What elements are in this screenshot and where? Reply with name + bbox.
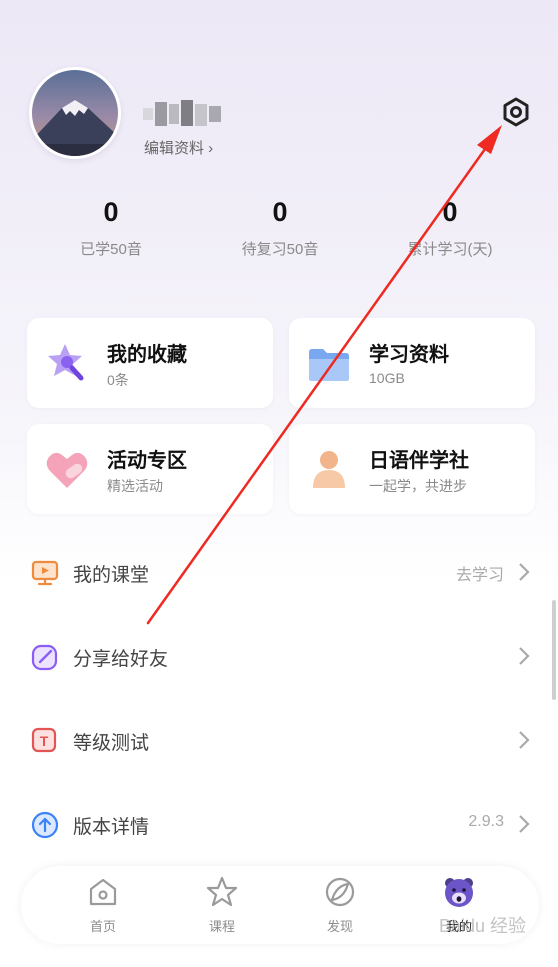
bear-avatar-icon <box>445 878 473 907</box>
star-magnifier-icon <box>48 344 84 381</box>
settings-button[interactable] <box>501 97 531 127</box>
star-icon <box>206 876 238 907</box>
heart-icon <box>46 452 88 488</box>
discover-icon <box>325 877 355 907</box>
edit-profile-link[interactable]: 编辑资料 › <box>144 137 213 158</box>
menu-value: 2.9.3 <box>468 813 504 830</box>
watermark: Baidu 经验 <box>438 916 526 936</box>
menu-row-share[interactable]: 分享给好友 <box>30 634 530 678</box>
avatar[interactable] <box>29 67 121 159</box>
chevron-right-icon <box>519 647 530 665</box>
stat-label: 累计学习(天) <box>407 241 493 258</box>
card-subtitle: 精选活动 <box>107 478 163 494</box>
person-icon <box>313 451 345 488</box>
stat-review: 0 待复习50音 <box>187 196 373 259</box>
stat-value: 0 <box>442 197 458 227</box>
stat-days: 0 累计学习(天) <box>357 196 543 259</box>
card-favorites[interactable]: 我的收藏 0条 <box>27 318 273 408</box>
edit-profile-label: 编辑资料 › <box>144 140 214 157</box>
menu-row-level-test[interactable]: T 等级测试 <box>30 718 530 762</box>
card-subtitle: 0条 <box>107 372 129 388</box>
stat-label: 待复习50音 <box>241 241 319 258</box>
tab-courses[interactable]: 课程 <box>182 874 262 935</box>
menu-label: 我的课堂 <box>73 565 150 586</box>
menu-label: 等级测试 <box>73 733 150 754</box>
chevron-right-icon <box>519 731 530 749</box>
card-title: 活动专区 <box>107 450 187 472</box>
chevron-right-icon <box>519 563 530 581</box>
card-subtitle: 一起学，共进步 <box>369 478 467 494</box>
menu-value: 去学习 <box>455 567 504 584</box>
menu-row-classroom[interactable]: 我的课堂 去学习 <box>30 550 530 594</box>
tab-label: 课程 <box>208 919 235 934</box>
card-materials[interactable]: 学习资料 10GB <box>289 318 535 408</box>
card-subtitle: 10GB <box>369 370 405 386</box>
card-title: 我的收藏 <box>107 344 187 366</box>
folder-icon <box>309 349 349 381</box>
tab-home[interactable]: 首页 <box>63 874 143 935</box>
card-title: 日语伴学社 <box>369 450 469 472</box>
tab-discover[interactable]: 发现 <box>300 874 380 935</box>
home-icon <box>89 878 117 906</box>
chevron-right-icon <box>519 815 530 833</box>
tab-label: 首页 <box>89 919 116 934</box>
menu-row-version[interactable]: 版本详情 2.9.3 <box>30 802 530 846</box>
card-events[interactable]: 活动专区 精选活动 <box>27 424 273 514</box>
scrollbar[interactable] <box>552 600 556 700</box>
card-title: 学习资料 <box>369 344 449 366</box>
share-icon <box>31 644 58 671</box>
username-redacted <box>143 98 223 128</box>
menu-label: 版本详情 <box>73 817 150 838</box>
test-icon: T <box>31 727 57 753</box>
stat-label: 已学50音 <box>80 241 142 258</box>
version-icon <box>31 811 59 839</box>
stat-value: 0 <box>103 197 119 227</box>
svg-text:T: T <box>40 733 49 749</box>
classroom-icon <box>31 560 59 586</box>
stat-value: 0 <box>272 197 288 227</box>
menu-label: 分享给好友 <box>73 649 169 670</box>
tab-label: 发现 <box>326 919 353 934</box>
stat-learned: 0 已学50音 <box>18 196 204 259</box>
gear-icon <box>503 97 529 127</box>
card-community[interactable]: 日语伴学社 一起学，共进步 <box>289 424 535 514</box>
